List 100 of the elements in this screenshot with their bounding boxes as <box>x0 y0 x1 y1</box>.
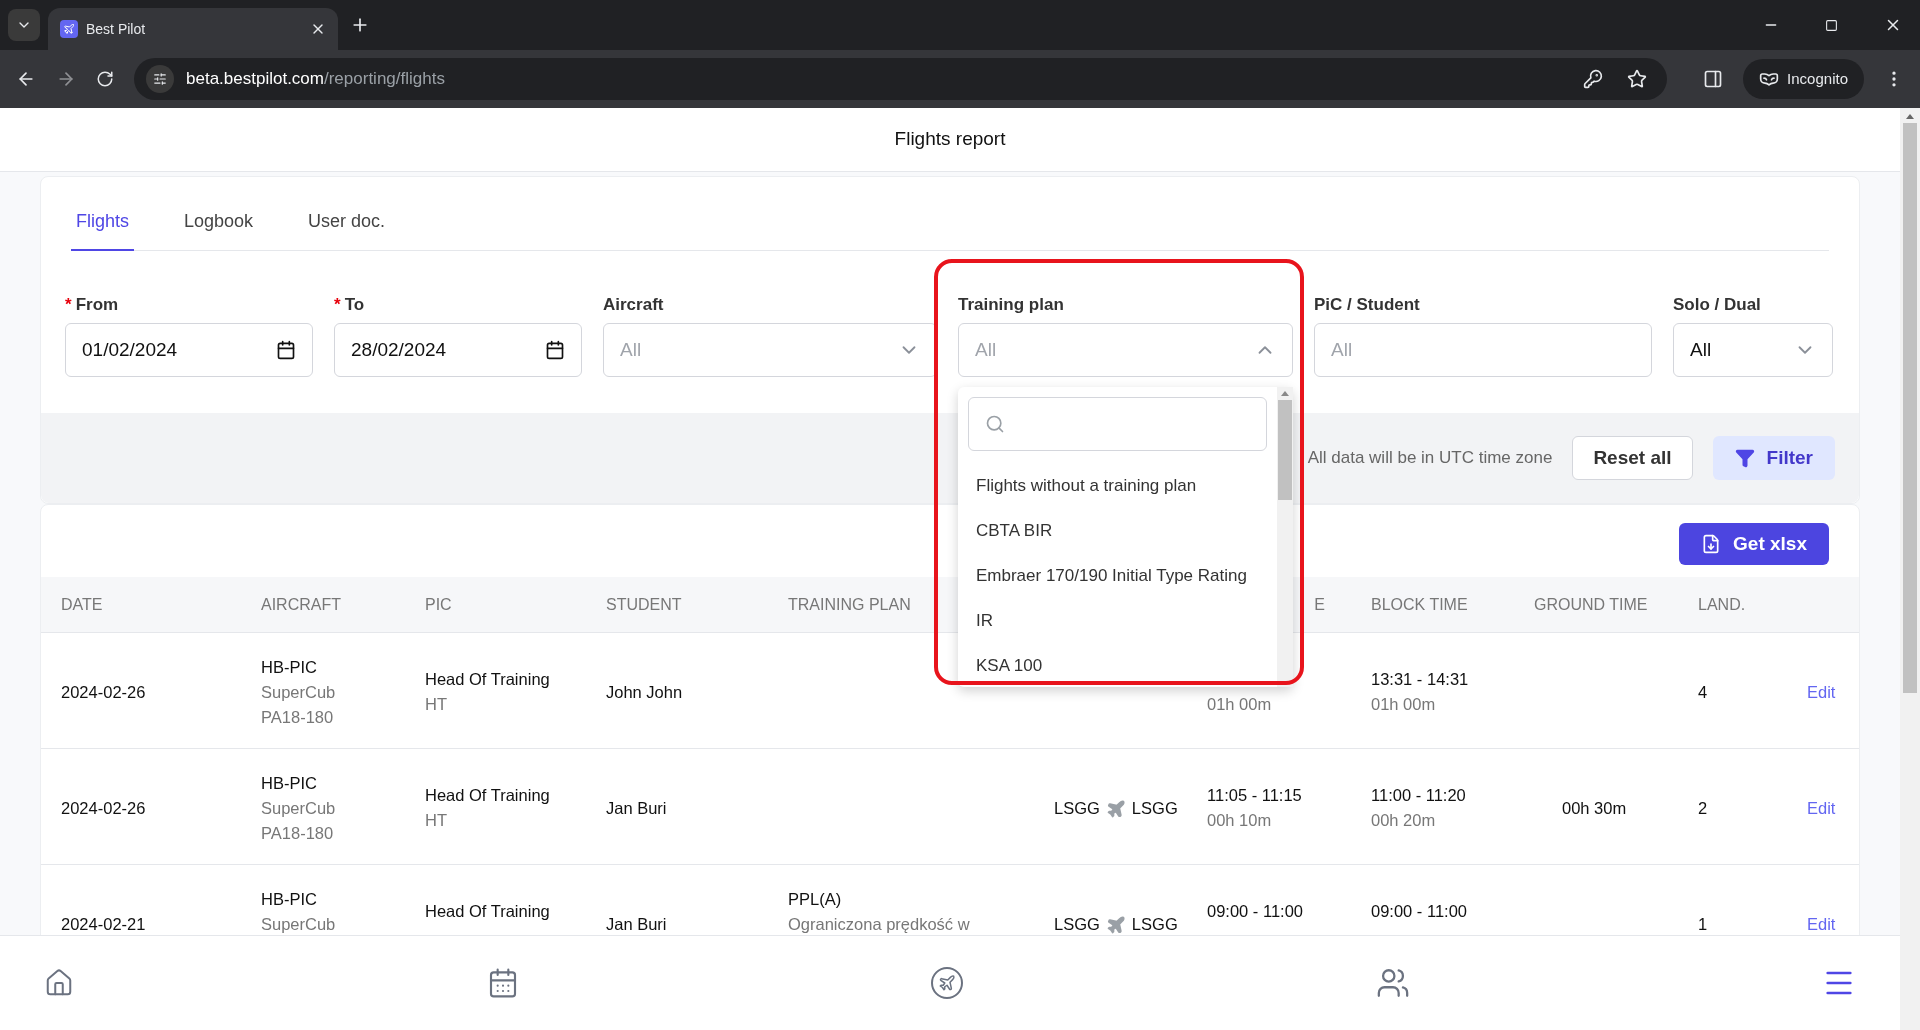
plane-icon <box>1105 798 1126 819</box>
airport-code: LSGG <box>1054 798 1100 819</box>
filter-label: PiC / Student <box>1314 294 1420 317</box>
aircraft-text: SuperCub <box>261 682 337 703</box>
aircraft-text: PA18-180 <box>261 707 335 728</box>
dropdown-option[interactable]: Flights without a training plan <box>968 463 1267 508</box>
reload-icon[interactable] <box>96 70 114 88</box>
search-field[interactable] <box>968 397 1267 451</box>
flight-time-text: 00h 10m <box>1207 810 1273 831</box>
funnel-icon <box>1734 448 1755 468</box>
aircraft-text: HB-PIC <box>261 657 318 678</box>
block-time-text: 09:00 - 11:00 <box>1371 901 1469 922</box>
pic-text: HT <box>425 694 448 715</box>
aircraft-text: PA18-180 <box>261 823 335 844</box>
date-field[interactable]: 28/02/2024 <box>334 323 582 377</box>
pic-text: HT <box>425 810 448 831</box>
dropdown-option[interactable]: Embraer 170/190 Initial Type Rating <box>968 553 1267 598</box>
url-text: beta.bestpilot.com/reporting/flights <box>186 68 446 91</box>
aircraft-text: HB-PIC <box>261 889 318 910</box>
filter-button[interactable]: Filter <box>1712 436 1835 480</box>
column-header: GROUND TIME <box>1534 594 1648 615</box>
table-cell-text: 2024-02-26 <box>61 798 146 819</box>
file-download-icon <box>1701 534 1722 554</box>
required-mark: * <box>65 294 72 317</box>
scrollbar[interactable] <box>1277 387 1293 687</box>
dropdown-option[interactable]: KSA 100 <box>968 643 1267 687</box>
flight-time-text: 01h 00m <box>1207 694 1273 715</box>
airport-code: LSGG <box>1054 914 1100 935</box>
filter-label: Training plan <box>958 294 1064 317</box>
scroll-up-arrow-icon[interactable] <box>1281 391 1289 396</box>
table-cell-text: 1 <box>1698 914 1708 935</box>
table-cell-text: 4 <box>1698 682 1708 703</box>
table-cell-text: John John <box>606 682 683 703</box>
table-cell-text: 2 <box>1698 798 1708 819</box>
block-time-text: 13:31 - 14:31 <box>1371 669 1470 690</box>
tab[interactable]: Logbook <box>179 193 259 251</box>
block-time-text: 00h 20m <box>1371 810 1437 831</box>
export-button[interactable]: Get xlsx <box>1679 523 1829 565</box>
table-cell-text: Jan Buri <box>606 914 667 935</box>
aircraft-text: SuperCub <box>261 798 337 819</box>
page-scrollbar[interactable] <box>1900 108 1920 1030</box>
column-header: LAND. <box>1698 594 1746 615</box>
key-icon[interactable] <box>1583 69 1604 89</box>
dropdown-option[interactable]: CBTA BIR <box>968 508 1267 553</box>
select-field[interactable]: All <box>1673 323 1833 377</box>
filter-label: Solo / Dual <box>1673 294 1761 317</box>
column-header: STUDENT <box>606 594 682 615</box>
bookmark-star-icon[interactable] <box>1627 69 1648 89</box>
input-field[interactable]: All <box>1314 323 1652 377</box>
column-header: TRAINING PLAN <box>788 594 911 615</box>
dropdown-option[interactable]: IR <box>968 598 1267 643</box>
search-icon <box>985 414 1005 434</box>
incognito-badge[interactable]: Incognito <box>1743 59 1864 99</box>
column-header: DATE <box>61 594 103 615</box>
tab-title: Best Pilot <box>86 19 147 39</box>
airport-code: LSGG <box>1131 914 1178 935</box>
required-mark: * <box>334 294 341 317</box>
maximize-icon[interactable] <box>1825 18 1838 32</box>
pic-text: Head Of Training <box>425 669 551 690</box>
table-cell-text: Jan Buri <box>606 798 667 819</box>
filter-label: From <box>75 294 119 317</box>
training-plan-text: PPL(A) <box>788 889 843 910</box>
filter-label: Aircraft <box>603 294 664 317</box>
plane-icon <box>1105 914 1126 935</box>
timezone-note: All data will be in UTC time zone <box>1307 447 1553 470</box>
pic-text: Head Of Training <box>425 785 551 806</box>
edit-link[interactable]: Edit <box>1807 912 1836 935</box>
block-time-text: 01h 00m <box>1371 694 1437 715</box>
pic-text: Head Of Training <box>425 901 551 922</box>
column-header: PIC <box>425 594 452 615</box>
edit-link[interactable]: Edit <box>1807 796 1836 821</box>
side-panel-icon[interactable] <box>1703 69 1724 89</box>
scroll-up-arrow-icon[interactable] <box>1906 114 1914 119</box>
browser-tab[interactable]: Best Pilot <box>48 8 338 50</box>
page-title: Flights report <box>894 127 1006 152</box>
address-bar[interactable]: beta.bestpilot.com/reporting/flights <box>134 58 1668 100</box>
filter-label: To <box>344 294 365 317</box>
tab[interactable]: User doc. <box>303 193 391 251</box>
plane-logo-icon <box>60 20 78 38</box>
edit-link[interactable]: Edit <box>1807 680 1836 705</box>
aircraft-text: HB-PIC <box>261 773 318 794</box>
users-icon[interactable] <box>1375 966 1410 1000</box>
table-cell-text: 00h 30m <box>1562 798 1627 819</box>
aircraft-text: SuperCub <box>261 914 337 935</box>
calendar-icon[interactable] <box>276 340 296 360</box>
tab-list-button[interactable] <box>8 9 40 41</box>
date-field[interactable]: 01/02/2024 <box>65 323 313 377</box>
block-time-text: 11:00 - 11:20 <box>1371 785 1467 806</box>
flight-time-text: 11:05 - 11:15 <box>1207 785 1303 806</box>
site-settings-icon[interactable] <box>146 65 174 93</box>
column-header: BLOCK TIME <box>1371 594 1468 615</box>
calendar-icon[interactable] <box>545 340 565 360</box>
reset-all-button[interactable]: Reset all <box>1572 436 1693 480</box>
table-cell-text: 2024-02-21 <box>61 914 146 935</box>
table-cell-text: 2024-02-26 <box>61 682 146 703</box>
column-header: E <box>1314 594 1325 615</box>
home-icon[interactable] <box>44 968 74 998</box>
column-header: AIRCRAFT <box>261 594 341 615</box>
training-plan-text: Ograniczona prędkość w <box>788 914 971 935</box>
tab[interactable]: Flights <box>71 193 134 251</box>
